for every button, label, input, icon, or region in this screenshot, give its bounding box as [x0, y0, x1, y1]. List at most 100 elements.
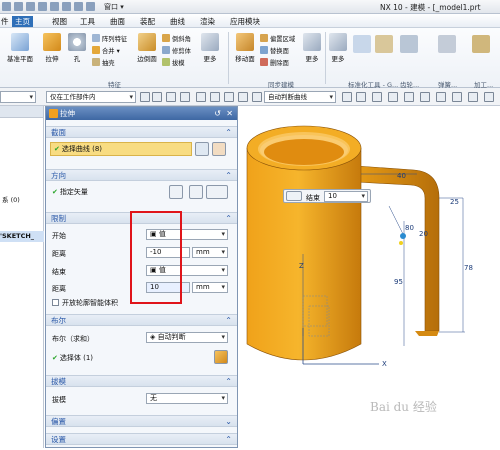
draft-button[interactable]: 拔模	[162, 58, 185, 67]
menu-curve[interactable]: 曲线	[170, 16, 185, 27]
vector-dialog-button[interactable]	[189, 185, 203, 199]
end-unit-dropdown[interactable]: mm	[192, 282, 228, 293]
direction-group-header[interactable]: 方向 ⌃	[46, 169, 237, 181]
copy-icon[interactable]	[50, 2, 59, 11]
menu-tools[interactable]: 工具	[80, 16, 95, 27]
save-icon[interactable]	[2, 2, 11, 11]
scope-filter-combo[interactable]: 仅在工作部件内	[46, 91, 136, 103]
undo-icon[interactable]	[14, 2, 23, 11]
type-filter-combo[interactable]	[0, 91, 36, 103]
redo-icon[interactable]	[26, 2, 35, 11]
select-all-icon[interactable]	[140, 92, 150, 102]
spring-button[interactable]	[438, 35, 456, 55]
end-value-dropdown[interactable]: 10	[324, 191, 368, 202]
cube-type-button[interactable]	[286, 191, 302, 201]
menu-home[interactable]: 主页	[12, 16, 33, 27]
link-icon[interactable]	[404, 92, 414, 102]
follow-icon[interactable]	[342, 92, 352, 102]
point-snap-icon[interactable]	[196, 92, 206, 102]
select-body-button[interactable]	[214, 350, 228, 364]
line-icon[interactable]	[468, 92, 478, 102]
draft-dropdown[interactable]: 无	[146, 393, 228, 404]
more-features-button[interactable]: 更多	[200, 33, 220, 63]
reset-icon[interactable]: ↺	[214, 107, 221, 120]
boolean-dropdown[interactable]: ◈ 自动判断	[146, 332, 228, 343]
trim-body-button[interactable]: 修剪体	[162, 46, 191, 55]
repeat-icon[interactable]	[74, 2, 83, 11]
fit-icon[interactable]	[484, 92, 494, 102]
boolean-group-header[interactable]: 布尔 ⌃	[46, 314, 237, 326]
start-unit-dropdown[interactable]: mm	[192, 247, 228, 258]
arc-icon[interactable]	[436, 92, 446, 102]
replace-face-button[interactable]: 替换面	[260, 46, 289, 55]
graphics-viewport[interactable]: 40 25 20 80 78 95 X Z	[239, 106, 500, 448]
offset-region-button[interactable]: 偏置区域	[260, 34, 295, 43]
more-icon	[201, 33, 219, 51]
pattern-feature-button[interactable]: 阵列特征	[92, 34, 127, 43]
std-tool-button[interactable]	[374, 35, 394, 55]
select-curve-row[interactable]: ✔ 选择曲线 (8)	[50, 142, 192, 156]
checkbox[interactable]	[52, 299, 59, 306]
curve-rule-combo[interactable]: 自动判断曲线	[264, 91, 336, 103]
mid-point-icon[interactable]	[224, 92, 234, 102]
sketch-section-button[interactable]	[195, 142, 209, 156]
vector-type-dropdown[interactable]	[206, 185, 228, 199]
window-menu[interactable]: 窗口 ▾	[104, 2, 124, 12]
spline-icon[interactable]	[452, 92, 462, 102]
datum-plane-button[interactable]: 基准平面	[2, 33, 38, 63]
intersect-icon[interactable]	[372, 92, 382, 102]
settings-group-header[interactable]: 设置 ⌃	[46, 433, 237, 445]
chevron-up-icon: ⌃	[225, 377, 232, 386]
select-body-label: ✔ 选择体 (1)	[52, 354, 94, 362]
menu-view[interactable]: 视图	[52, 16, 67, 27]
menu-render[interactable]: 渲染	[200, 16, 215, 27]
highlight-box	[130, 211, 182, 304]
edge-blend-button[interactable]: 边倒圆	[135, 33, 159, 63]
tangent-icon[interactable]	[356, 92, 366, 102]
box-select-icon[interactable]	[180, 92, 190, 102]
more-icon	[329, 33, 347, 51]
offset-group-header[interactable]: 偏置 ⌄	[46, 415, 237, 427]
paste-icon[interactable]	[62, 2, 71, 11]
menu-file[interactable]: 件	[1, 16, 9, 27]
curve-icon[interactable]	[420, 92, 430, 102]
shell-button[interactable]: 抽壳	[92, 58, 115, 67]
more-sync-button[interactable]: 更多	[302, 33, 322, 63]
hole-button[interactable]: 孔	[66, 33, 88, 63]
draft-group-header[interactable]: 拔模 ⌃	[46, 375, 237, 387]
end-point-icon[interactable]	[210, 92, 220, 102]
curve-button[interactable]	[212, 142, 226, 156]
close-icon[interactable]: ✕	[226, 107, 233, 120]
reverse-direction-button[interactable]	[169, 185, 183, 199]
section-group-header[interactable]: 截面 ⌃	[46, 126, 237, 138]
more-std-button[interactable]: 更多	[328, 33, 348, 63]
x-axis-label: X	[382, 360, 387, 368]
ribbon-separator	[228, 32, 229, 84]
start-distance-label: 距离	[52, 250, 66, 258]
lasso-icon[interactable]	[166, 92, 176, 102]
dim-80: 80	[405, 224, 414, 232]
stop-at-intersection-icon[interactable]	[388, 92, 398, 102]
delete-face-button[interactable]: 删除面	[260, 58, 289, 67]
dim-20: 20	[419, 230, 428, 238]
menu-applications[interactable]: 应用模块	[230, 16, 260, 27]
gear-button[interactable]	[400, 35, 418, 55]
navigator-row[interactable]: 系 (0)	[2, 194, 46, 204]
handle-point-icon[interactable]	[400, 233, 406, 239]
unite-button[interactable]: 合并 ▾	[92, 46, 120, 55]
extrude-button[interactable]: 拉伸	[40, 33, 64, 63]
watermark: Bai du 经验	[370, 400, 437, 414]
menu-assembly[interactable]: 装配	[140, 16, 155, 27]
cut-icon[interactable]	[38, 2, 47, 11]
move-face-button[interactable]: 移动面	[232, 33, 258, 63]
std-part-button[interactable]	[352, 35, 372, 55]
process-button[interactable]	[472, 35, 490, 55]
chamfer-button[interactable]: 倒斜角	[162, 34, 191, 43]
menu-surface[interactable]: 曲面	[110, 16, 125, 27]
curve-rule-icon[interactable]	[252, 92, 262, 102]
center-point-icon[interactable]	[238, 92, 248, 102]
select-filter-icon[interactable]	[152, 92, 162, 102]
command-icon[interactable]	[86, 2, 95, 11]
open-profile-checkbox[interactable]: 开放轮廓智能体积	[52, 298, 118, 308]
navigator-row-sketch[interactable]: 'SKETCH_	[0, 232, 44, 240]
